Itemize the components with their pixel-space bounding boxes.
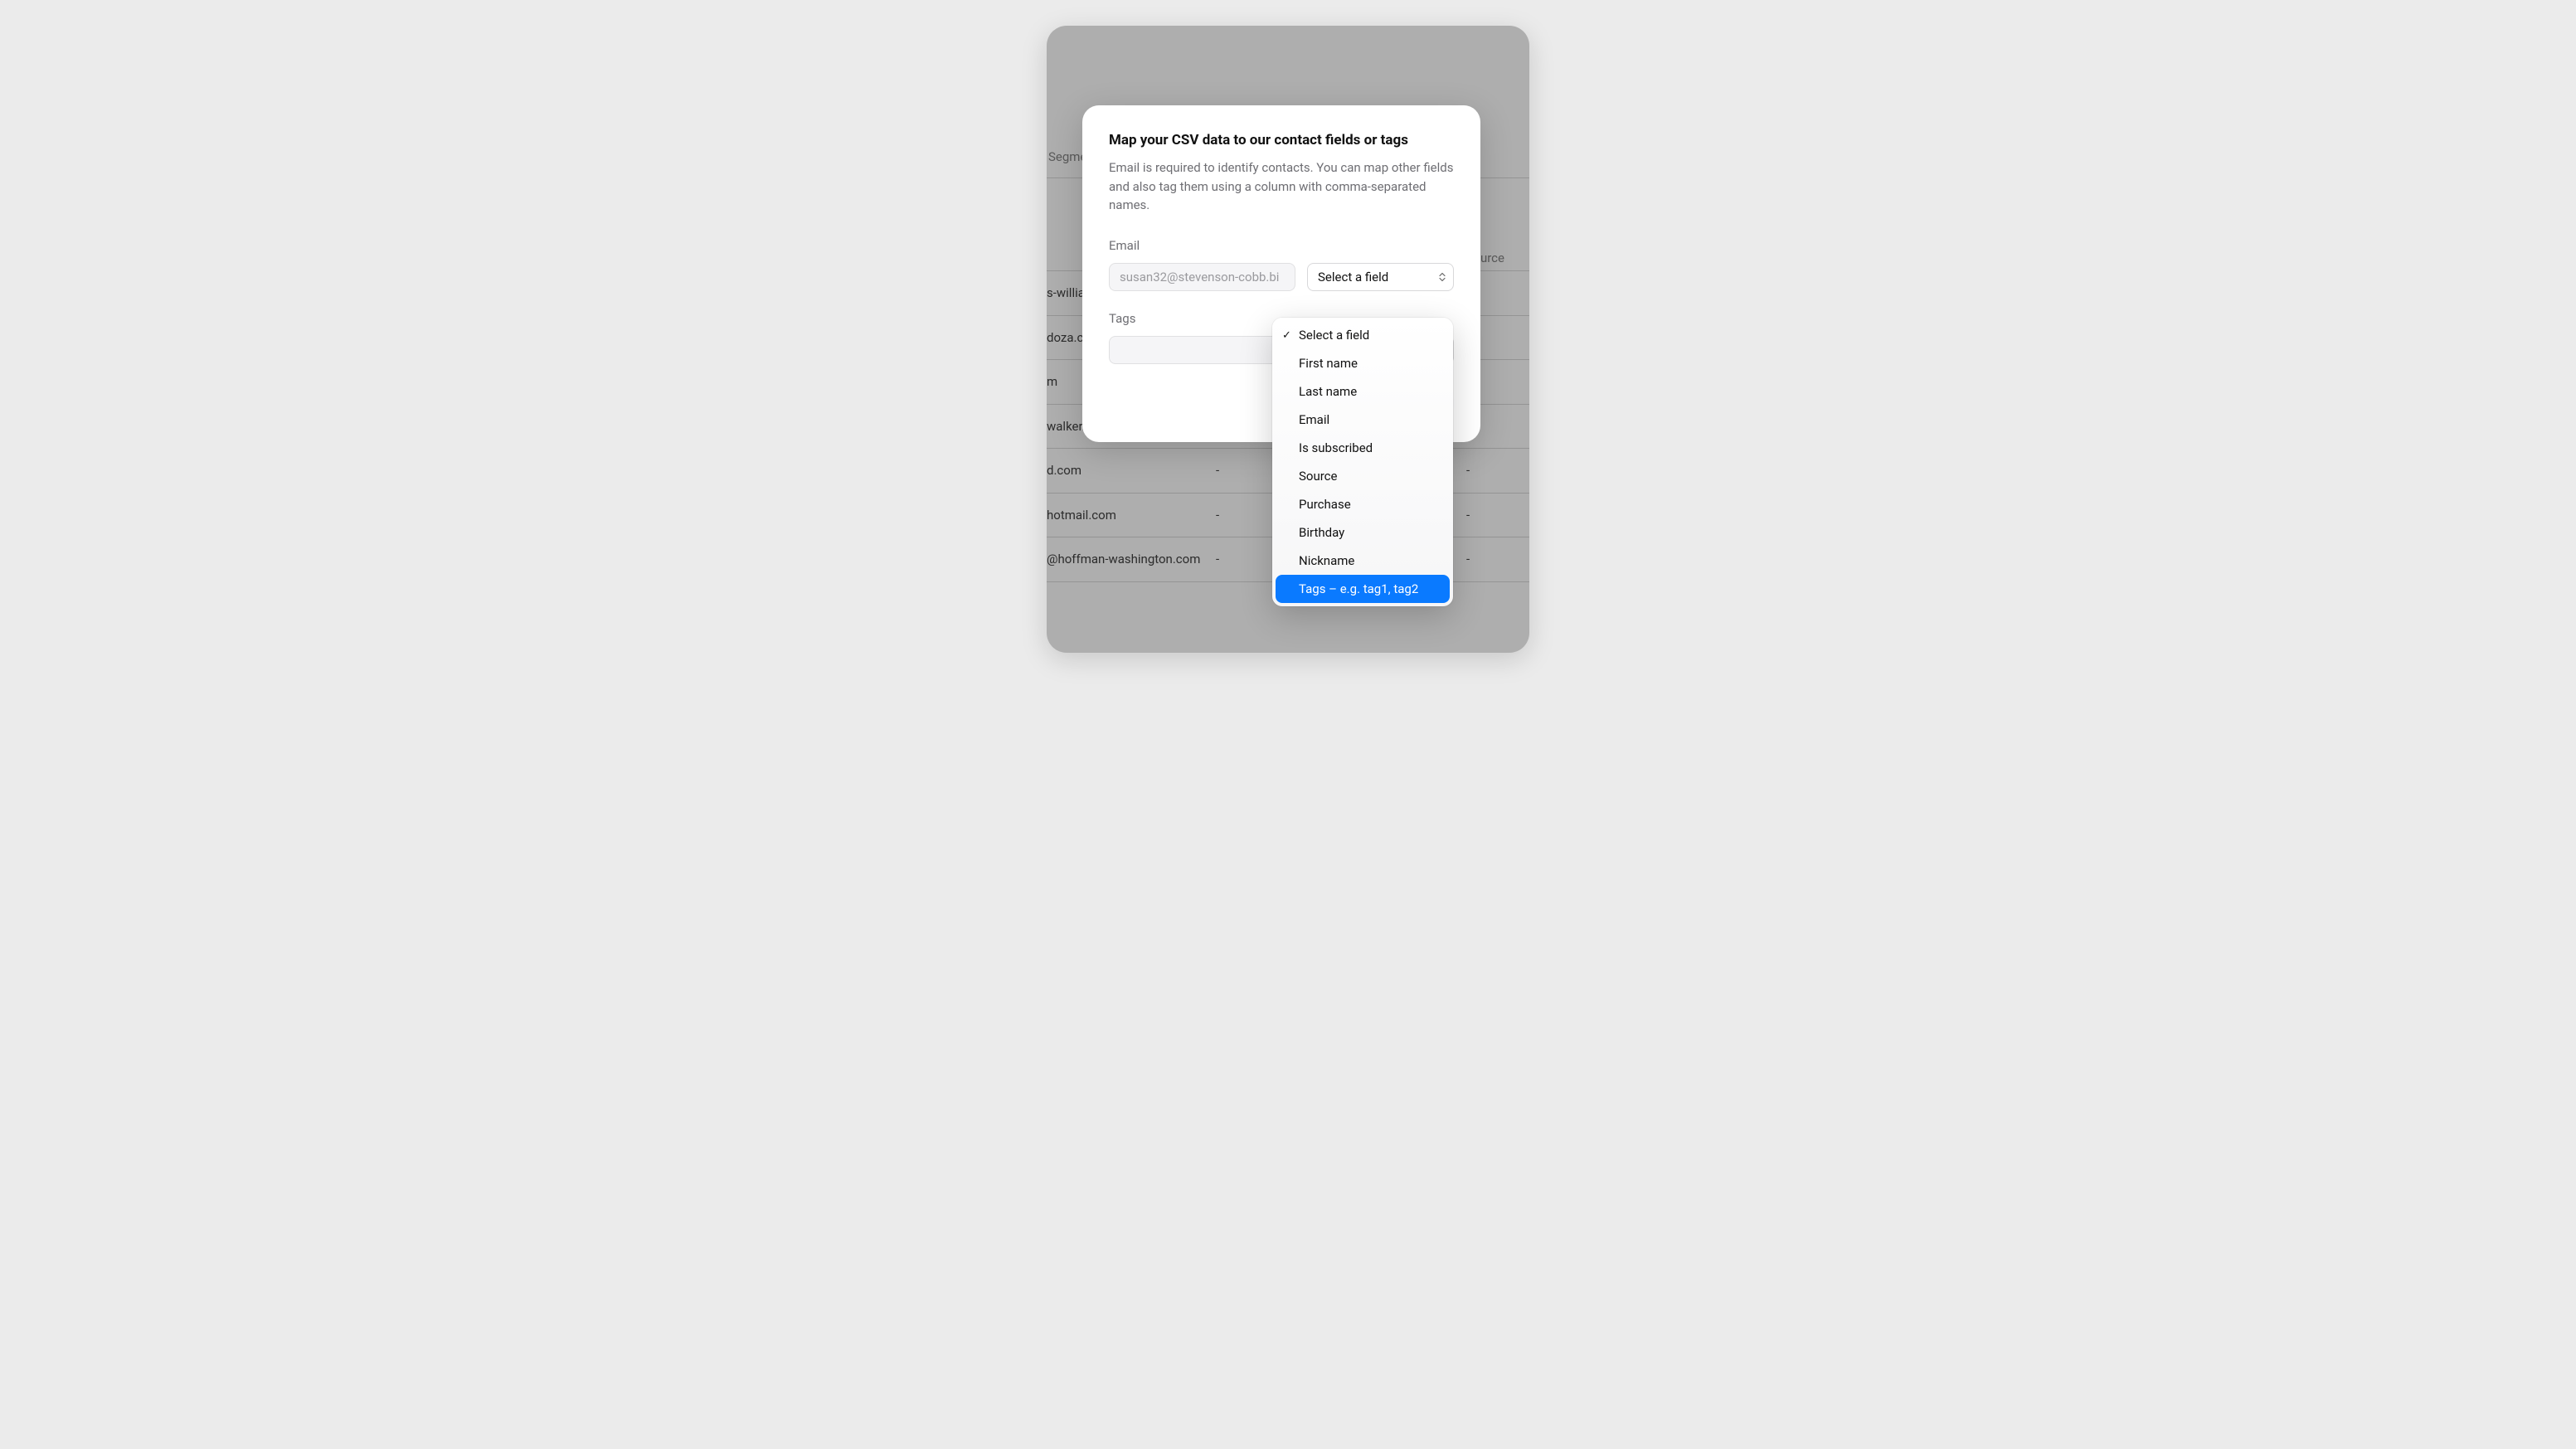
email-cell: walker. — [1047, 419, 1086, 434]
tags-sample-input[interactable] — [1109, 336, 1295, 364]
email-sample-input[interactable] — [1109, 263, 1295, 291]
dropdown-option-nickname[interactable]: Nickname — [1276, 547, 1450, 575]
dropdown-option-purchase[interactable]: Purchase — [1276, 490, 1450, 518]
dropdown-option-source[interactable]: Source — [1276, 462, 1450, 490]
modal-description: Email is required to identify contacts. … — [1109, 158, 1454, 215]
dropdown-option-is-subscribed[interactable]: Is subscribed — [1276, 434, 1450, 462]
cell: - — [1466, 463, 1470, 478]
cell: - — [1216, 552, 1219, 566]
cell: - — [1216, 508, 1219, 523]
select-value: Select a field — [1318, 270, 1388, 284]
email-mapping-select[interactable]: Select a field — [1307, 263, 1454, 291]
email-cell: d.com — [1047, 463, 1081, 478]
field-select-dropdown: Select a field First name Last name Emai… — [1272, 318, 1453, 606]
email-cell: hotmail.com — [1047, 508, 1116, 523]
cell: - — [1216, 463, 1219, 478]
dropdown-option-placeholder[interactable]: Select a field — [1276, 321, 1450, 349]
email-cell: m — [1047, 374, 1057, 389]
tab-label-segments[interactable]: Segme — [1048, 149, 1086, 164]
dropdown-option-birthday[interactable]: Birthday — [1276, 518, 1450, 547]
cell: - — [1466, 552, 1470, 566]
email-label: Email — [1109, 238, 1454, 253]
select-chevron-icon — [1439, 272, 1446, 281]
modal-title: Map your CSV data to our contact fields … — [1109, 132, 1454, 148]
dropdown-option-first-name[interactable]: First name — [1276, 349, 1450, 377]
email-field-group: Email Select a field — [1109, 238, 1454, 291]
dropdown-option-last-name[interactable]: Last name — [1276, 377, 1450, 406]
cell: - — [1466, 508, 1470, 523]
email-cell: @hoffman-washington.com — [1047, 552, 1200, 566]
dropdown-option-tags[interactable]: Tags – e.g. tag1, tag2 — [1276, 575, 1450, 603]
dropdown-option-email[interactable]: Email — [1276, 406, 1450, 434]
email-cell: s-willia — [1047, 285, 1085, 300]
column-header-source: urce — [1480, 250, 1504, 265]
